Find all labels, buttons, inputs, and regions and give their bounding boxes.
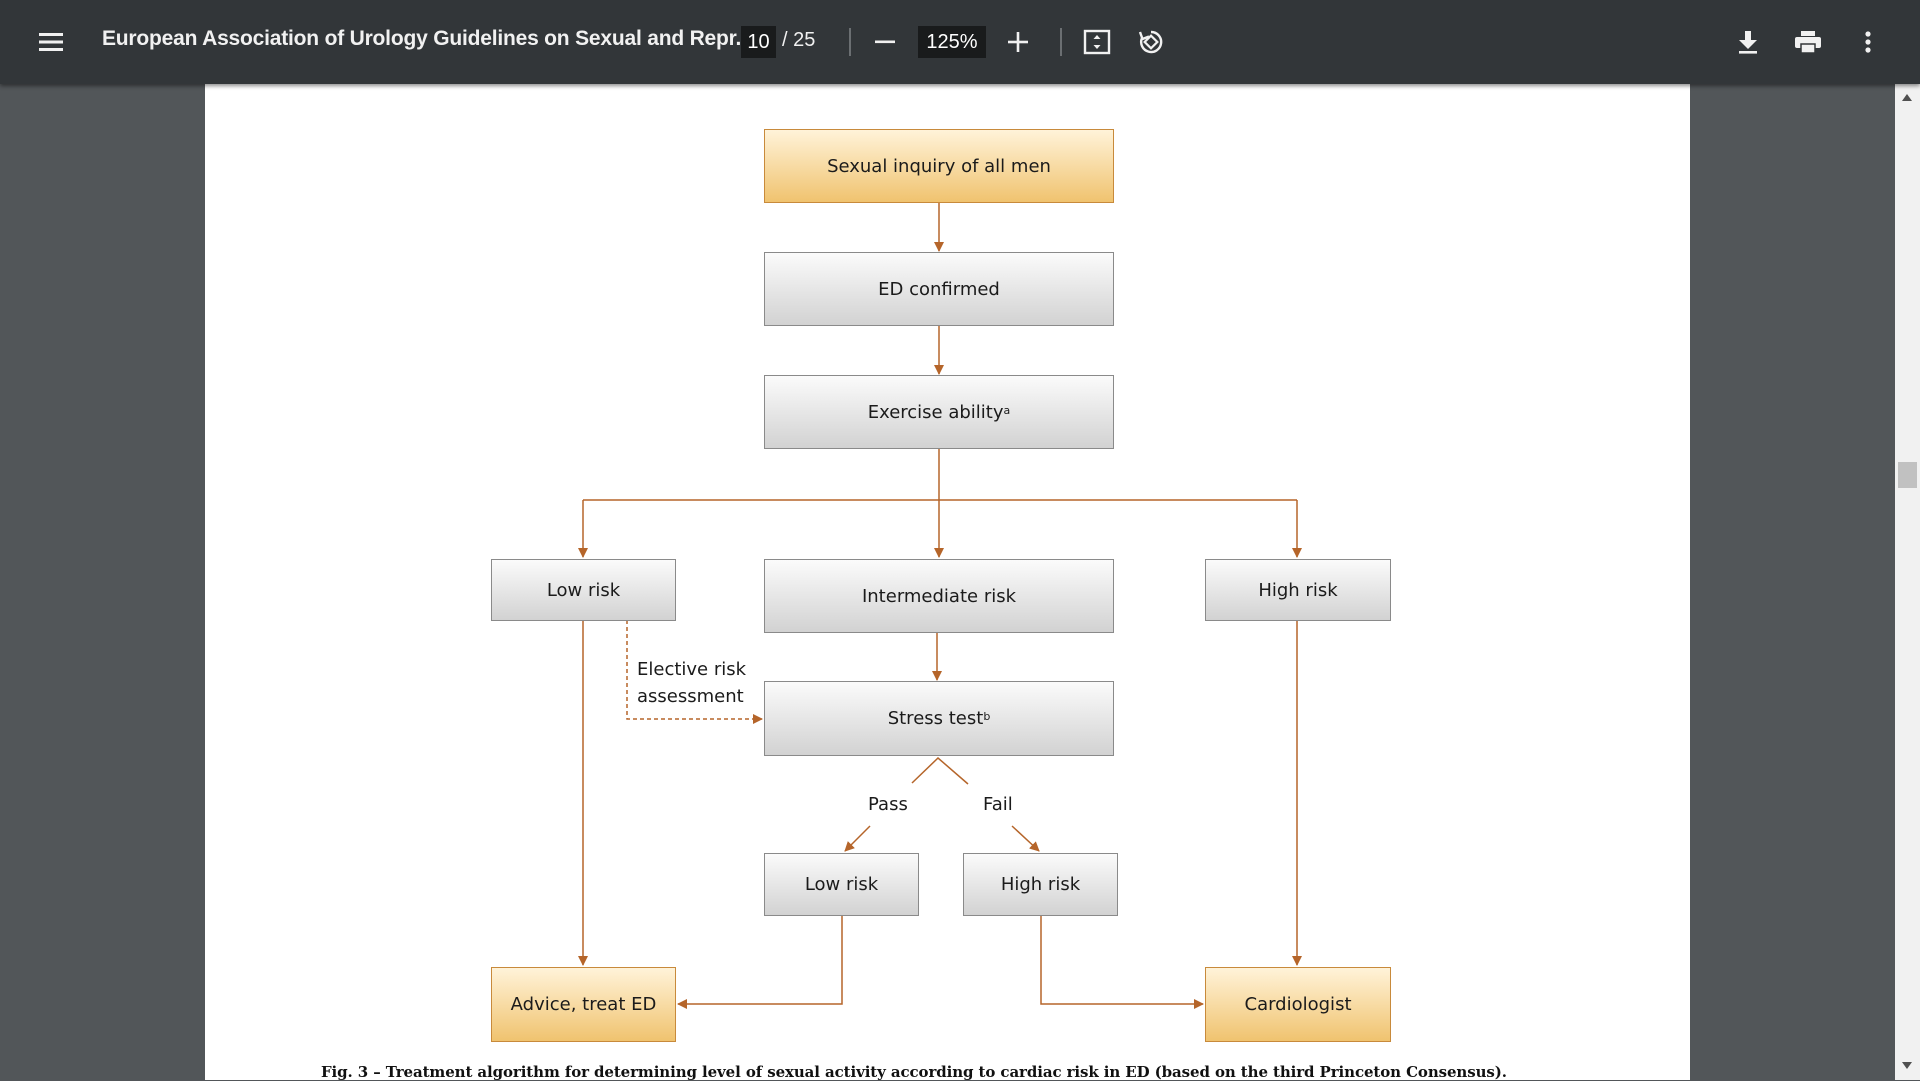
stress-test-label: Stress test: [887, 708, 984, 729]
download-icon[interactable]: [1734, 28, 1762, 56]
toolbar-divider: [849, 28, 851, 56]
stress-high-risk-box: High risk: [963, 853, 1118, 916]
fit-page-icon[interactable]: [1082, 28, 1112, 56]
cardiologist-box: Cardiologist: [1205, 967, 1391, 1042]
print-icon[interactable]: [1792, 28, 1824, 56]
elective-assessment-label: assessment: [637, 686, 744, 707]
footnote-marker-a: a: [1003, 403, 1011, 417]
sexual-inquiry-box: Sexual inquiry of all men: [764, 129, 1114, 203]
elective-risk-label: Elective risk: [637, 659, 747, 680]
scroll-down-icon[interactable]: [1902, 1062, 1912, 1069]
vertical-scrollbar[interactable]: [1895, 84, 1920, 1080]
figure-caption: Fig. 3 – Treatment algorithm for determi…: [321, 1063, 1507, 1081]
intermediate-risk-box: Intermediate risk: [764, 559, 1114, 633]
high-risk-box: High risk: [1205, 559, 1391, 621]
toolbar-divider: [1060, 28, 1062, 56]
more-options-icon[interactable]: [1856, 28, 1880, 56]
ed-confirmed-box: ED confirmed: [764, 252, 1114, 326]
scroll-thumb[interactable]: [1898, 462, 1917, 488]
stress-test-box: Stress test b: [764, 681, 1114, 756]
footnote-marker-b: b: [983, 710, 991, 723]
exercise-ability-label: Exercise ability: [867, 401, 1004, 423]
scroll-up-icon[interactable]: [1902, 94, 1912, 101]
menu-icon[interactable]: [36, 30, 66, 54]
stress-split-lines: [911, 756, 969, 785]
arrow-fail: [1011, 825, 1040, 852]
low-risk-box: Low risk: [491, 559, 676, 621]
advice-treat-ed-box: Advice, treat ED: [491, 967, 676, 1042]
rotate-icon[interactable]: [1136, 27, 1166, 57]
page-count: / 25: [782, 29, 816, 51]
stress-low-risk-box: Low risk: [764, 853, 919, 916]
fail-label: Fail: [983, 794, 1013, 815]
zoom-out-icon[interactable]: [871, 30, 899, 54]
arrow-stress-high-to-cardiologist: [1040, 916, 1204, 1009]
pass-label: Pass: [868, 794, 908, 815]
pdf-toolbar: European Association of Urology Guidelin…: [0, 0, 1920, 84]
arrow-pass: [844, 825, 871, 852]
page-number-input[interactable]: 10: [741, 26, 776, 58]
zoom-level-input[interactable]: 125%: [918, 26, 986, 58]
arrow-stress-low-to-advice: [677, 916, 843, 1009]
exercise-ability-box: Exercise ability a: [764, 375, 1114, 449]
document-title: European Association of Urology Guidelin…: [102, 27, 753, 50]
zoom-in-icon[interactable]: [1004, 30, 1032, 54]
